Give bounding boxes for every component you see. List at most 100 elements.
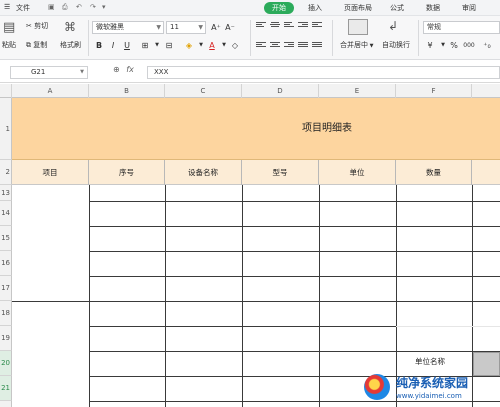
format-painter-icon[interactable]: ⌘ — [64, 20, 76, 34]
thousands-button[interactable]: 000 — [462, 39, 476, 52]
divider — [88, 20, 89, 56]
column-header-f[interactable]: F — [396, 84, 472, 98]
header-extra[interactable] — [472, 160, 500, 185]
grid-line — [319, 185, 320, 407]
header-model[interactable]: 型号 — [242, 160, 319, 185]
name-box[interactable]: G21 ▼ — [10, 66, 88, 79]
row-header[interactable]: 16 — [0, 251, 12, 276]
row-header[interactable]: 15 — [0, 226, 12, 251]
header-device-name[interactable]: 设备名称 — [165, 160, 242, 185]
formula-input[interactable]: XXX — [147, 66, 500, 79]
grid-line — [242, 185, 243, 407]
title-cell[interactable]: 项目明细表 — [12, 98, 500, 160]
column-header-c[interactable]: C — [165, 84, 242, 98]
decimal-icon[interactable]: ⁺₀ — [480, 39, 494, 52]
wrap-text-button[interactable]: 自动换行 — [382, 40, 410, 50]
merge-center-label: 合并居中 — [340, 41, 368, 49]
tab-formula[interactable]: 公式 — [390, 3, 404, 13]
tab-home[interactable]: 开始 — [264, 2, 294, 14]
cell-unit-name[interactable]: 单位名称 — [415, 356, 445, 367]
print-icon[interactable]: ⎙ — [62, 3, 68, 12]
divider — [250, 20, 251, 56]
grid-line — [396, 326, 500, 327]
shrink-font-button[interactable]: A⁻ — [223, 21, 237, 34]
font-size-value: 11 — [170, 23, 179, 31]
paste-button[interactable]: 粘贴 — [2, 40, 16, 50]
zoom-icon[interactable]: ⊕ — [113, 65, 120, 74]
align-top-icon[interactable] — [256, 22, 266, 31]
row-header[interactable]: 20 — [0, 351, 12, 376]
justify-icon[interactable] — [298, 42, 308, 51]
align-middle-icon[interactable] — [270, 22, 280, 31]
merge-center-icon[interactable] — [348, 19, 368, 35]
app-menu-icon[interactable]: ☰ — [4, 3, 10, 11]
font-size-select[interactable]: 11 ▼ — [166, 21, 206, 34]
indent-increase-icon[interactable] — [312, 22, 322, 31]
cut-button[interactable]: ✂ 剪切 — [26, 21, 48, 31]
chevron-down-icon: ▼ — [368, 43, 374, 49]
number-format-value: 常规 — [427, 23, 441, 31]
grow-font-button[interactable]: A⁺ — [209, 21, 223, 34]
number-format-select[interactable]: 常规 — [423, 21, 500, 34]
align-right-icon[interactable] — [284, 42, 294, 51]
row-header[interactable]: 14 — [0, 201, 12, 226]
header-project[interactable]: 项目 — [12, 160, 89, 185]
clear-format-icon[interactable]: ◇ — [228, 39, 242, 52]
align-center-icon[interactable] — [270, 42, 280, 51]
dropdown-icon[interactable]: ▾ — [102, 3, 106, 11]
header-quantity[interactable]: 数量 — [396, 160, 472, 185]
bold-button[interactable]: B — [92, 39, 106, 52]
copy-button[interactable]: ⧉ 复制 — [26, 40, 47, 50]
grid-line — [89, 276, 500, 277]
fx-icon[interactable]: fx — [126, 65, 134, 74]
wrap-text-icon[interactable]: ↲ — [388, 19, 398, 33]
select-all-corner[interactable] — [0, 84, 12, 98]
paste-icon[interactable]: ▤ — [3, 20, 15, 35]
header-serial[interactable]: 序号 — [89, 160, 165, 185]
tab-insert[interactable]: 插入 — [308, 3, 322, 13]
column-header-b[interactable]: B — [89, 84, 165, 98]
strikethrough-icon[interactable]: ⊟ — [162, 39, 176, 52]
tab-review[interactable]: 审阅 — [462, 3, 476, 13]
format-painter-button[interactable]: 格式刷 — [60, 40, 81, 50]
menu-file[interactable]: 文件 — [16, 3, 30, 13]
row-header[interactable]: 13 — [0, 185, 12, 201]
column-header-g[interactable] — [472, 84, 500, 98]
redo-icon[interactable]: ↷ — [90, 3, 96, 11]
watermark-title: 纯净系统家园 — [396, 376, 469, 390]
undo-icon[interactable]: ↶ — [76, 3, 82, 11]
merge-center-button[interactable]: 合并居中 ▼ — [340, 40, 373, 50]
row-header[interactable]: 1 — [0, 98, 12, 160]
row-header[interactable]: 21 — [0, 376, 12, 401]
font-name-select[interactable]: 微软雅黑 ▼ — [92, 21, 164, 34]
currency-button[interactable]: ¥ — [423, 39, 437, 52]
row-header[interactable]: 18 — [0, 301, 12, 326]
grid-line — [89, 185, 90, 407]
align-left-icon[interactable] — [256, 42, 266, 51]
row-header[interactable]: 22 — [0, 401, 12, 407]
tab-page-layout[interactable]: 页面布局 — [344, 3, 372, 13]
row-header[interactable]: 19 — [0, 326, 12, 351]
percent-button[interactable]: % — [447, 39, 461, 52]
watermark-logo-icon — [364, 374, 390, 400]
column-headers: A B C D E F — [0, 84, 500, 98]
grid-line — [89, 226, 500, 227]
align-bottom-icon[interactable] — [284, 22, 294, 31]
column-header-e[interactable]: E — [319, 84, 396, 98]
indent-decrease-icon[interactable] — [298, 22, 308, 31]
distributed-icon[interactable] — [312, 42, 322, 51]
tab-data[interactable]: 数据 — [426, 3, 440, 13]
sheet-title: 项目明细表 — [302, 123, 352, 134]
save-icon[interactable]: ▣ — [48, 3, 55, 11]
italic-button[interactable]: I — [106, 39, 120, 52]
row-header[interactable]: 2 — [0, 160, 12, 185]
font-name-value: 微软雅黑 — [96, 23, 124, 31]
row-header[interactable]: 17 — [0, 276, 12, 301]
underline-button[interactable]: U — [120, 39, 134, 52]
column-header-a[interactable]: A — [12, 84, 89, 98]
grid-line — [89, 326, 396, 327]
spreadsheet-grid: A B C D E F 1 2 13 14 15 16 17 18 19 20 … — [0, 84, 500, 407]
column-header-d[interactable]: D — [242, 84, 319, 98]
copy-label: 复制 — [33, 41, 48, 49]
header-unit[interactable]: 单位 — [319, 160, 396, 185]
